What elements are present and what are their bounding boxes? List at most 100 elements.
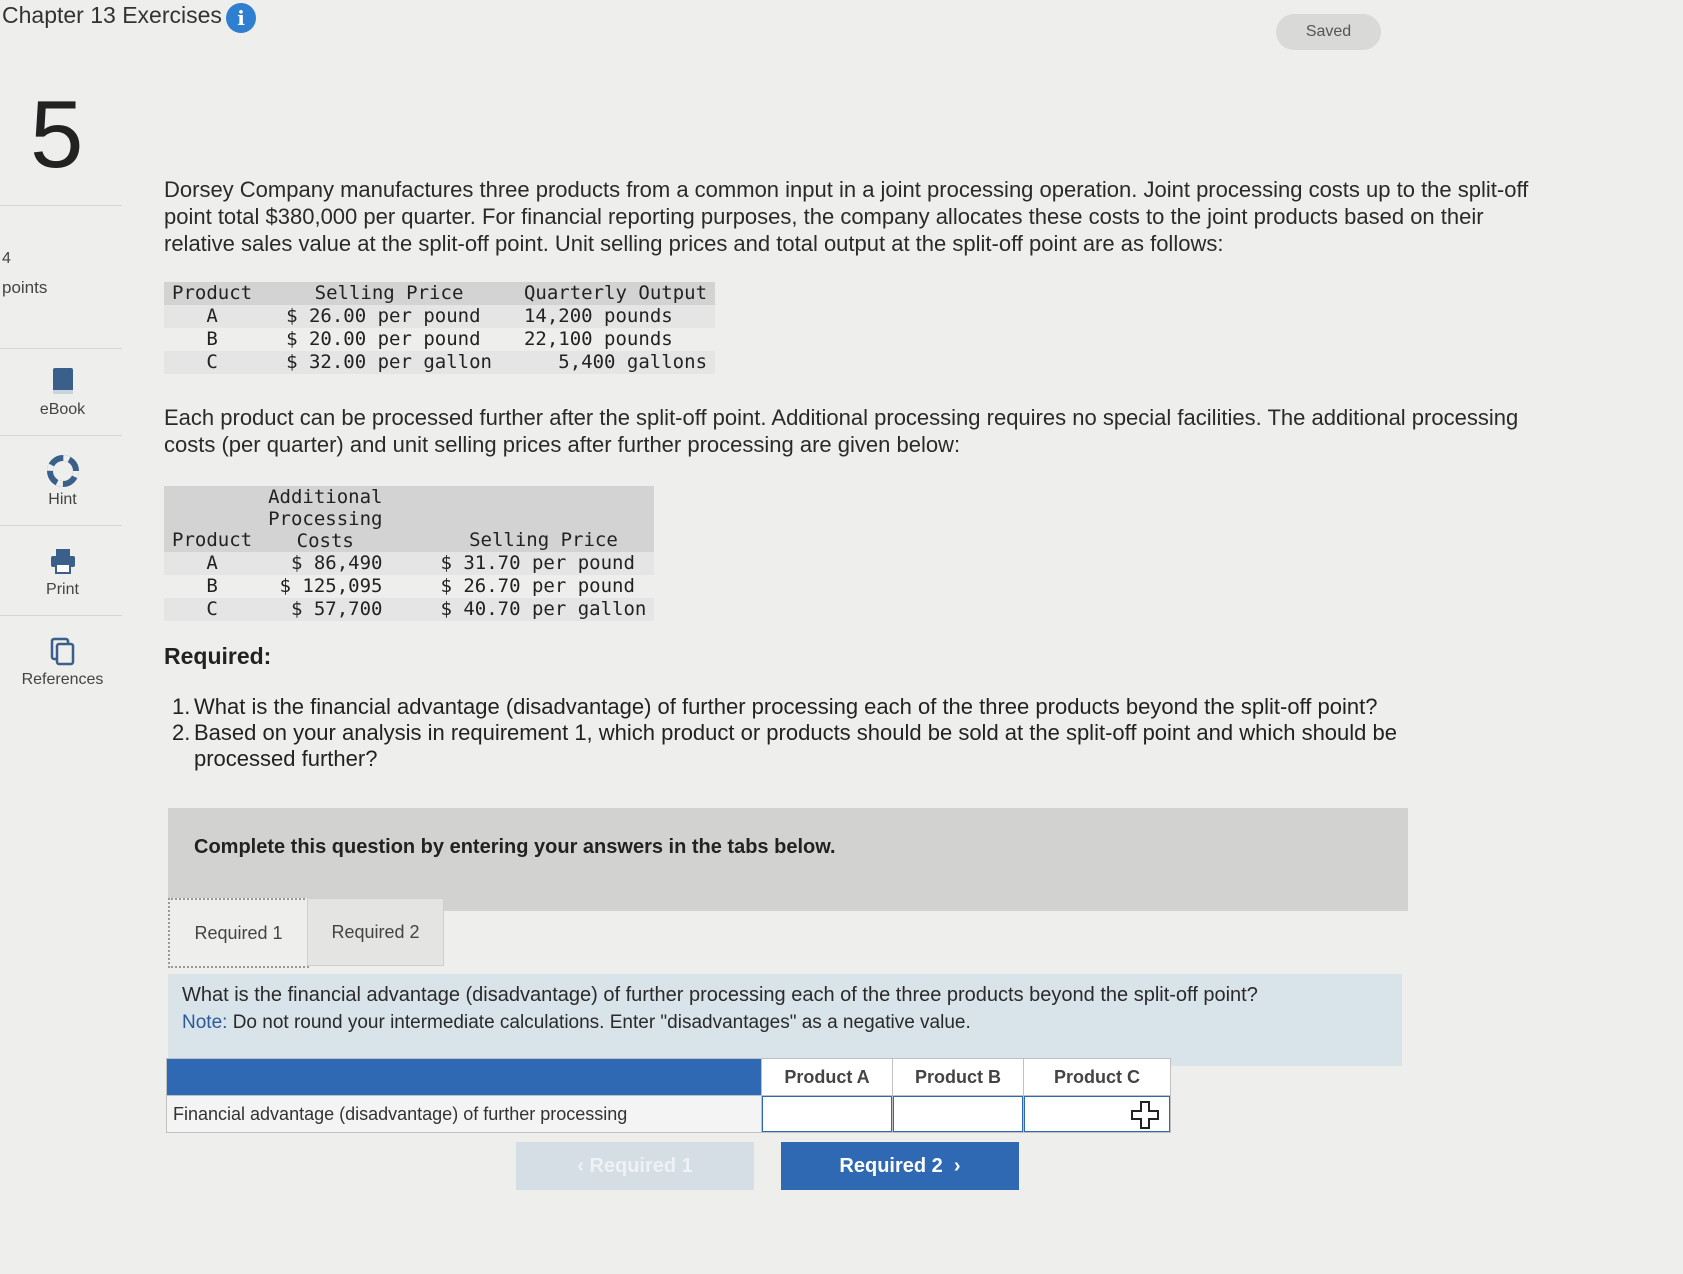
list-number: 1. (172, 694, 191, 719)
header-blank-cell (166, 1058, 762, 1096)
next-button-label: Required 2 (839, 1155, 943, 1177)
question-number: 5 (30, 81, 84, 188)
table-cell (761, 1095, 893, 1133)
table-row: A $ 26.00 per pound 14,200 pounds (164, 305, 716, 328)
previous-button[interactable]: ‹ Required 1 (516, 1142, 754, 1190)
column-header: Product A (761, 1058, 893, 1096)
sidebar-item-label: eBook (39, 401, 86, 418)
table-cell: C (206, 598, 218, 620)
table-cell: $ 57,700 (290, 598, 383, 620)
tab-required-1[interactable]: Required 1 (168, 898, 309, 968)
header-line: Costs (296, 530, 354, 552)
list-number: 2. (172, 720, 191, 745)
instruction-text: Complete this question by entering your … (194, 836, 836, 858)
problem-intro: Dorsey Company manufactures three produc… (164, 177, 1529, 256)
move-cursor-icon (1131, 1101, 1159, 1129)
header-line: Additional (268, 486, 383, 508)
printer-icon (50, 549, 75, 574)
previous-button-label: Required 1 (589, 1155, 693, 1177)
next-button[interactable]: Required 2 › (781, 1142, 1019, 1190)
table-header-row: Product Selling Price Quarterly Output (164, 282, 716, 305)
sidebar-item-ebook[interactable]: eBook (0, 365, 125, 419)
question-text: What is the financial advantage (disadva… (182, 984, 1258, 1006)
table-row: C $ 32.00 per gallon 5,400 gallons (164, 351, 716, 374)
column-header: Product C (1023, 1058, 1171, 1096)
table-cell: B (206, 575, 218, 597)
info-icon[interactable]: i (226, 3, 256, 33)
sidebar-divider (0, 205, 122, 206)
chevron-left-icon: ‹ (577, 1155, 590, 1177)
table-row: A $ 86,490 $ 31.70 per pound (164, 552, 655, 575)
sidebar-item-label: Hint (48, 491, 77, 508)
sidebar-item-references[interactable]: References (0, 635, 125, 689)
list-item: 1. What is the financial advantage (disa… (172, 694, 1472, 720)
requirement-text: What is the financial advantage (disadva… (194, 694, 1378, 719)
column-header: Selling Price (469, 529, 618, 551)
column-header: Selling Price (314, 282, 464, 304)
table-row: B $ 125,095 $ 26.70 per pound (164, 575, 655, 598)
table-cell: $ 26.70 per pound (440, 575, 635, 597)
column-header: Product B (892, 1058, 1024, 1096)
table-cell: 22,100 pounds (523, 328, 673, 350)
saved-badge: Saved (1276, 14, 1381, 50)
product-b-input[interactable] (893, 1096, 1023, 1132)
sidebar-divider (0, 525, 122, 526)
list-item: 2. Based on your analysis in requirement… (172, 720, 1472, 772)
chevron-right-icon: › (942, 1155, 961, 1177)
table-cell: 5,400 gallons (558, 351, 708, 373)
table-header-row: Product A Product B Product C (166, 1058, 1171, 1096)
table-cell: A (206, 552, 218, 574)
further-processing-table: Product Additional Processing Costs Sell… (164, 486, 655, 621)
column-header: Product (172, 282, 253, 304)
required-heading: Required: (164, 643, 272, 669)
table-cell: $ 20.00 per pound (286, 328, 481, 350)
table-cell: $ 125,095 (279, 575, 383, 597)
sidebar-divider (0, 435, 122, 436)
points-value: 4 (2, 250, 11, 267)
instruction-banner: Complete this question by entering your … (168, 808, 1408, 911)
table-cell: $ 32.00 per gallon (286, 351, 492, 373)
table-row: Financial advantage (disadvantage) of fu… (166, 1095, 1171, 1133)
note-text: Note: Do not round your intermediate cal… (182, 1012, 971, 1034)
table-cell (892, 1095, 1024, 1133)
header-line: Processing (268, 508, 383, 530)
sidebar-item-label: Print (46, 581, 79, 598)
book-icon (52, 368, 73, 394)
sidebar-item-print[interactable]: Print (0, 545, 125, 599)
product-a-input[interactable] (762, 1096, 892, 1132)
further-processing-text: Each product can be processed further af… (164, 405, 1519, 457)
lifebuoy-icon (46, 455, 79, 487)
note-label: Note: (182, 1012, 228, 1033)
table-cell: $ 26.00 per pound (286, 305, 481, 327)
column-header: Additional Processing Costs (260, 486, 390, 552)
requirements-list: 1. What is the financial advantage (disa… (172, 694, 1472, 772)
selling-price-table: Product Selling Price Quarterly Output A… (164, 282, 716, 374)
documents-icon (50, 637, 74, 666)
column-header: Quarterly Output (523, 282, 708, 304)
answer-table: Product A Product B Product C Financial … (166, 1058, 1171, 1133)
table-cell: C (206, 351, 218, 373)
sidebar-divider (0, 615, 122, 616)
top-bar: Chapter 13 Exercises i Saved (0, 0, 1683, 60)
points-label: points (2, 278, 48, 297)
sidebar-item-hint[interactable]: Hint (0, 455, 125, 509)
table-cell: B (206, 328, 218, 350)
table-row: B $ 20.00 per pound 22,100 pounds (164, 328, 716, 351)
table-row: C $ 57,700 $ 40.70 per gallon (164, 598, 655, 621)
table-header-row: Product Additional Processing Costs Sell… (164, 486, 655, 552)
tab-required-2[interactable]: Required 2 (307, 898, 444, 966)
sidebar-divider (0, 348, 122, 349)
sidebar: 5 4 points eBook Hint Print References (0, 60, 125, 1274)
column-header: Product (172, 529, 253, 551)
sidebar-item-label: References (21, 671, 104, 688)
note-body: Do not round your intermediate calculati… (232, 1012, 971, 1033)
table-cell: $ 31.70 per pound (440, 552, 635, 574)
table-cell: $ 40.70 per gallon (440, 598, 647, 620)
table-cell: A (206, 305, 218, 327)
requirement-text: Based on your analysis in requirement 1,… (194, 720, 1397, 771)
table-cell: 14,200 pounds (523, 305, 673, 327)
row-label: Financial advantage (disadvantage) of fu… (166, 1095, 762, 1133)
table-cell: $ 86,490 (290, 552, 383, 574)
chapter-title: Chapter 13 Exercises (2, 2, 222, 28)
question-box: What is the financial advantage (disadva… (168, 974, 1402, 1066)
